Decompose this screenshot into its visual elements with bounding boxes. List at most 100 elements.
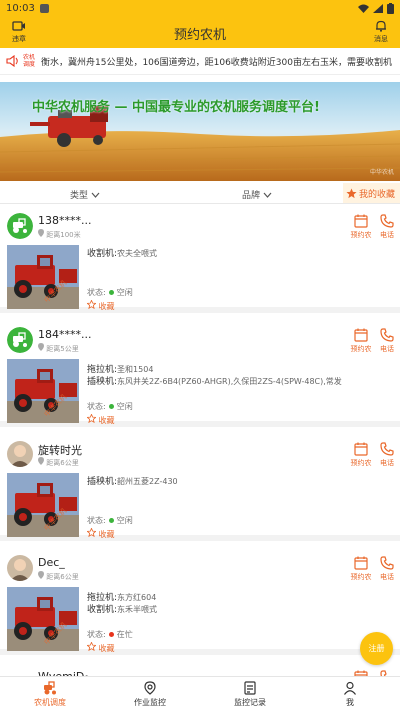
appointment-label: 预约农 [350, 231, 372, 239]
status-dot [108, 518, 114, 523]
bell-icon [376, 20, 386, 32]
messages-label: 消息 [374, 35, 388, 43]
call-button[interactable]: 电话 [376, 442, 398, 468]
collect-button[interactable]: 收藏 [86, 413, 115, 426]
distance-text: 距离5公里 [38, 343, 79, 354]
call-button[interactable]: 电话 [376, 556, 398, 582]
spec-label: 收割机: [87, 605, 118, 615]
calendar-icon [354, 442, 368, 456]
tractor-icon [44, 681, 56, 695]
collect-button[interactable]: 收藏 [86, 641, 115, 654]
distance-value: 距离6公里 [46, 573, 79, 581]
machine-photo[interactable]: 中华农机 [7, 587, 79, 651]
register-fab[interactable]: 注册 [360, 632, 393, 665]
avatar[interactable] [7, 213, 33, 239]
call-label: 电话 [380, 231, 394, 239]
tab-location[interactable]: 作业监控 [100, 677, 200, 711]
distance-text: 距离100米 [38, 229, 81, 240]
appointment-label: 预约农 [350, 573, 372, 581]
spec-value: 农夫全喂式 [117, 249, 158, 258]
status-dot [108, 290, 114, 295]
location-pin-icon [38, 571, 44, 579]
call-button[interactable]: 电话 [376, 214, 398, 240]
appointment-button[interactable]: 预约农 [350, 328, 372, 354]
operator-card[interactable]: 184****... 距离5公里 预约农 电话 中华农机 拖拉机:圣和1504 插秧机:东… [0, 319, 400, 427]
spec-label: 收割机: [87, 249, 118, 259]
tab-tractor[interactable]: 农机调度 [0, 677, 100, 711]
star-icon [346, 187, 357, 198]
call-button[interactable]: 电话 [376, 328, 398, 354]
machine-photo[interactable]: 中华农机 [7, 473, 79, 537]
status-value: 空闲 [116, 516, 133, 525]
promo-banner[interactable]: 中华农机 中华农机服务 — 中国最专业的农机服务调度平台! [0, 82, 400, 181]
bottom-tab-bar: 农机调度 作业监控 监控记录 我 [0, 676, 400, 711]
operator-name: 旋转时光 [38, 444, 82, 457]
status-dot [108, 404, 114, 409]
phone-icon [380, 328, 394, 342]
notice-badge: 农机调度 [23, 54, 36, 68]
wifi-icon [358, 4, 369, 13]
my-favorites-button[interactable]: 我的收藏 [343, 183, 400, 203]
distance-value: 距离6公里 [46, 459, 79, 467]
chevron-down-icon [91, 192, 100, 198]
status-label: 状态: [87, 288, 106, 297]
distance-text: 距离6公里 [38, 571, 79, 582]
location-icon [144, 681, 156, 695]
call-label: 电话 [380, 345, 394, 353]
brand-filter-label: 品牌 [242, 191, 261, 201]
appointment-button[interactable]: 预约农 [350, 442, 372, 468]
status-label: 状态: [87, 516, 106, 525]
collect-button[interactable]: 收藏 [86, 527, 115, 540]
appointment-label: 预约农 [350, 459, 372, 467]
collect-label: 收藏 [98, 416, 115, 425]
machine-photo[interactable]: 中华农机 [7, 359, 79, 423]
spec-value: 圣和1504 [117, 365, 154, 374]
type-filter[interactable]: 类型 [70, 188, 100, 201]
brand-filter[interactable]: 品牌 [242, 188, 272, 201]
operator-name: Dec_ [38, 556, 65, 569]
app-bar: 违章 预约农机 消息 [0, 17, 400, 48]
notice-bar[interactable]: 农机调度 衡水，冀州舟15公里处，106国道旁边，距106收费站附近300亩左右… [0, 48, 400, 75]
calendar-icon [354, 214, 368, 228]
battery-icon [387, 3, 394, 14]
notification-icon [39, 4, 49, 13]
distance-text: 距离6公里 [38, 457, 79, 468]
filter-bar: 类型 品牌 我的收藏 [0, 183, 400, 204]
distance-value: 距离5公里 [46, 345, 79, 353]
my-favorites-label: 我的收藏 [359, 189, 396, 200]
operator-card[interactable]: Dec_ 距离6公里 预约农 电话 中华农机 拖拉机:东方红604 收割机:东禾半喂式 状态… [0, 547, 400, 655]
appointment-label: 预约农 [350, 345, 372, 353]
spec-value: 东风井关2Z-6B4(PZ60-AHGR),久保田2ZS-4(SPW-48C),… [117, 377, 342, 386]
banner-headline: 中华农机服务 — 中国最专业的农机服务调度平台! [32, 100, 320, 115]
collect-label: 收藏 [98, 644, 115, 653]
messages-button[interactable]: 消息 [370, 20, 392, 44]
spec-value: 韶州五菱2Z-430 [117, 477, 178, 486]
machine-photo[interactable]: 中华农机 [7, 245, 79, 309]
collect-button[interactable]: 收藏 [86, 299, 115, 312]
avatar[interactable] [7, 327, 33, 353]
machine-spec: 收割机:农夫全喂式 [87, 246, 342, 259]
status-time: 10:03 [6, 3, 35, 14]
tab-user[interactable]: 我 [300, 677, 400, 711]
avatar[interactable] [7, 555, 33, 581]
collect-label: 收藏 [98, 530, 115, 539]
status-value: 空闲 [116, 402, 133, 411]
status-value: 在忙 [116, 630, 133, 639]
operator-card[interactable]: 旋转时光 距离6公里 预约农 电话 中华农机 插秧机:韶州五菱2Z-430 状态: 空闲 收… [0, 433, 400, 541]
record-icon [244, 681, 256, 695]
phone-icon [380, 214, 394, 228]
tab-record[interactable]: 监控记录 [200, 677, 300, 711]
chevron-down-icon [263, 192, 272, 198]
star-outline-icon [86, 527, 97, 538]
page-title: 预约农机 [173, 28, 226, 43]
calendar-icon [354, 556, 368, 570]
status-dot [108, 632, 114, 637]
operator-card[interactable]: 138****... 距离100米 预约农 电话 中华农机 收割机:农夫全喂式 状态: 空闲… [0, 205, 400, 313]
tab-label: 作业监控 [134, 698, 166, 707]
tab-label: 农机调度 [34, 698, 66, 707]
avatar[interactable] [7, 441, 33, 467]
status-bar: 10:03 [0, 0, 400, 17]
appointment-button[interactable]: 预约农 [350, 556, 372, 582]
appointment-button[interactable]: 预约农 [350, 214, 372, 240]
operator-name: 184****... [38, 328, 92, 341]
